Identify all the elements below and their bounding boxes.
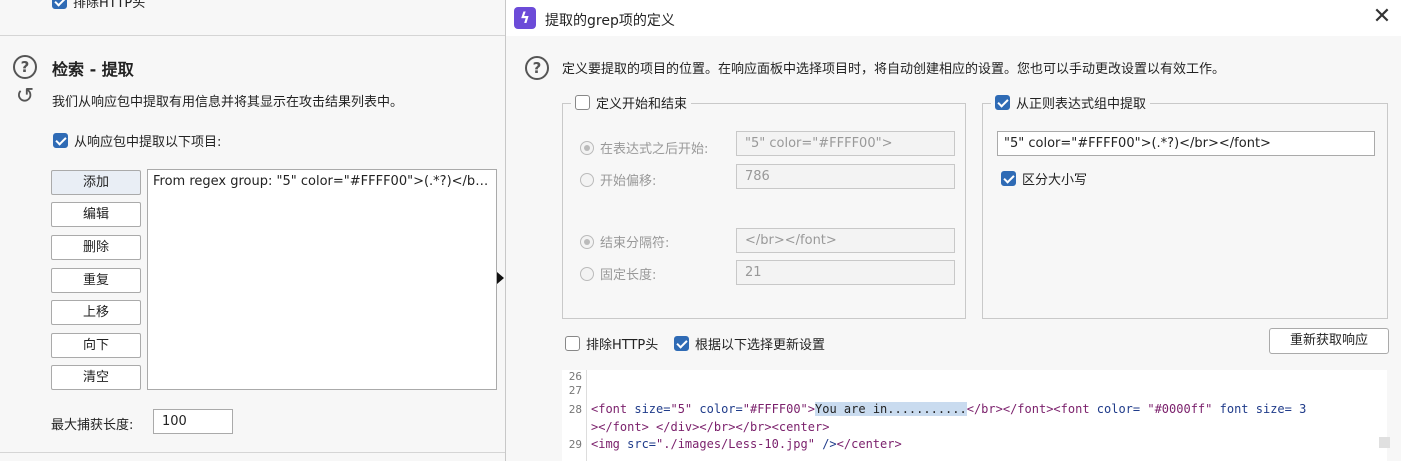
line-number: 27: [568, 384, 582, 397]
start-after-radio[interactable]: 在表达式之后开始:: [580, 138, 708, 157]
delete-button[interactable]: 删除: [51, 235, 141, 260]
update-config-checkbox[interactable]: 根据以下选择更新设置: [674, 334, 825, 353]
section-divider: [0, 452, 505, 453]
section-divider: [0, 35, 505, 36]
code-line-28-wrap: ></font> </div></br></br><center>: [591, 420, 830, 434]
start-after-label: 在表达式之后开始:: [600, 142, 709, 157]
intruder-settings-panel: 排除HTTP头 ? ↺ 检索 - 提取 我们从响应包中提取有用信息并将其显示在攻…: [0, 0, 505, 461]
fixed-length-input[interactable]: 21: [736, 260, 955, 285]
help-icon[interactable]: ?: [13, 55, 37, 79]
close-icon[interactable]: ✕: [1370, 4, 1394, 29]
response-code-viewer[interactable]: 26 27 28 29 <font size="5" color="#FFFF0…: [562, 370, 1387, 461]
reset-icon[interactable]: ↺: [13, 86, 37, 110]
radio-unselected-icon[interactable]: [580, 172, 594, 187]
move-down-button[interactable]: 向下: [51, 333, 141, 358]
case-sensitive-checkbox[interactable]: 区分大小写: [1001, 169, 1087, 188]
start-after-input[interactable]: "5" color="#FFFF00">: [736, 131, 955, 156]
start-end-legend: 定义开始和结束: [596, 97, 688, 112]
checkbox-checked-icon[interactable]: [995, 95, 1010, 110]
exclude-http-headers-checkbox[interactable]: 排除HTTP头: [565, 334, 658, 353]
section-title: 检索 - 提取: [52, 60, 134, 79]
checkbox-checked-icon[interactable]: [52, 0, 67, 9]
clear-button[interactable]: 清空: [51, 365, 141, 390]
code-line-28: <font size="5" color="#FFFF00">You are i…: [591, 402, 1307, 416]
exclude-http-headers-top-checkbox[interactable]: 排除HTTP头: [52, 0, 145, 11]
line-number: 29: [568, 438, 582, 451]
start-end-group: 定义开始和结束 在表达式之后开始: "5" color="#FFFF00"> 开…: [562, 93, 966, 319]
checkbox-checked-icon[interactable]: [674, 336, 689, 351]
checkbox-checked-icon[interactable]: [53, 133, 68, 148]
regex-group-checkbox[interactable]: 从正则表达式组中提取: [991, 93, 1151, 112]
checkbox-checked-icon[interactable]: [1001, 171, 1016, 186]
line-number-gutter: 26 27 28 29: [562, 370, 587, 461]
splitter-arrow-icon[interactable]: [497, 272, 504, 284]
fixed-length-radio[interactable]: 固定长度:: [580, 264, 656, 283]
dialog-description: 定义要提取的项目的位置。在响应面板中选择项目时，将自动创建相应的设置。您也可以手…: [562, 62, 1226, 77]
selected-text: You are in...........: [815, 402, 967, 416]
duplicate-button[interactable]: 重复: [51, 268, 141, 293]
radio-unselected-icon[interactable]: [580, 266, 594, 281]
max-capture-length-input[interactable]: 100: [153, 409, 233, 434]
start-offset-label: 开始偏移:: [600, 174, 657, 189]
regex-group-legend: 从正则表达式组中提取: [1016, 97, 1147, 112]
extract-items-checkbox[interactable]: 从响应包中提取以下项目:: [53, 131, 221, 150]
start-end-checkbox[interactable]: 定义开始和结束: [571, 93, 692, 112]
code-line-29: <img src="./images/Less-10.jpg" /></cent…: [591, 437, 902, 451]
line-number: 26: [568, 370, 582, 383]
checkbox-unchecked-icon[interactable]: [575, 95, 590, 110]
exclude-http-headers-label: 排除HTTP头: [586, 338, 659, 353]
app-icon: ϟ: [514, 7, 536, 29]
start-offset-radio[interactable]: 开始偏移:: [580, 170, 656, 189]
radio-selected-icon[interactable]: [580, 234, 594, 249]
regex-group: 从正则表达式组中提取 "5" color="#FFFF00">(.*?)</br…: [982, 93, 1388, 319]
end-delimiter-input[interactable]: </br></font>: [736, 228, 955, 253]
scrollbar-corner: [1379, 437, 1390, 448]
update-config-label: 根据以下选择更新设置: [695, 338, 826, 353]
end-delimiter-label: 结束分隔符:: [600, 236, 670, 251]
regex-input[interactable]: "5" color="#FFFF00">(.*?)</br></font>: [997, 131, 1375, 156]
help-icon[interactable]: ?: [525, 56, 549, 80]
case-sensitive-label: 区分大小写: [1022, 173, 1088, 188]
max-capture-length-label: 最大捕获长度:: [51, 418, 134, 433]
start-offset-input[interactable]: 786: [736, 164, 955, 189]
grep-extract-dialog: ϟ 提取的grep项的定义 ✕ ? 定义要提取的项目的位置。在响应面板中选择项目…: [505, 0, 1401, 461]
fixed-length-label: 固定长度:: [600, 268, 657, 283]
section-description: 我们从响应包中提取有用信息并将其显示在攻击结果列表中。: [52, 95, 404, 110]
dialog-titlebar: ϟ 提取的grep项的定义 ✕: [506, 0, 1401, 36]
dialog-title: 提取的grep项的定义: [545, 13, 675, 29]
end-delimiter-radio[interactable]: 结束分隔符:: [580, 232, 669, 251]
edit-button[interactable]: 编辑: [51, 202, 141, 227]
move-up-button[interactable]: 上移: [51, 300, 141, 325]
radio-selected-icon[interactable]: [580, 140, 594, 155]
extract-items-label: 从响应包中提取以下项目:: [74, 135, 222, 150]
exclude-http-headers-top-label: 排除HTTP头: [73, 0, 146, 11]
list-item[interactable]: From regex group: "5" color="#FFFF00">(.…: [148, 170, 496, 193]
line-number: 28: [568, 403, 582, 416]
checkbox-unchecked-icon[interactable]: [565, 336, 580, 351]
add-button[interactable]: 添加: [51, 170, 141, 195]
extract-items-list[interactable]: From regex group: "5" color="#FFFF00">(.…: [147, 169, 497, 390]
refetch-response-button[interactable]: 重新获取响应: [1269, 328, 1389, 354]
